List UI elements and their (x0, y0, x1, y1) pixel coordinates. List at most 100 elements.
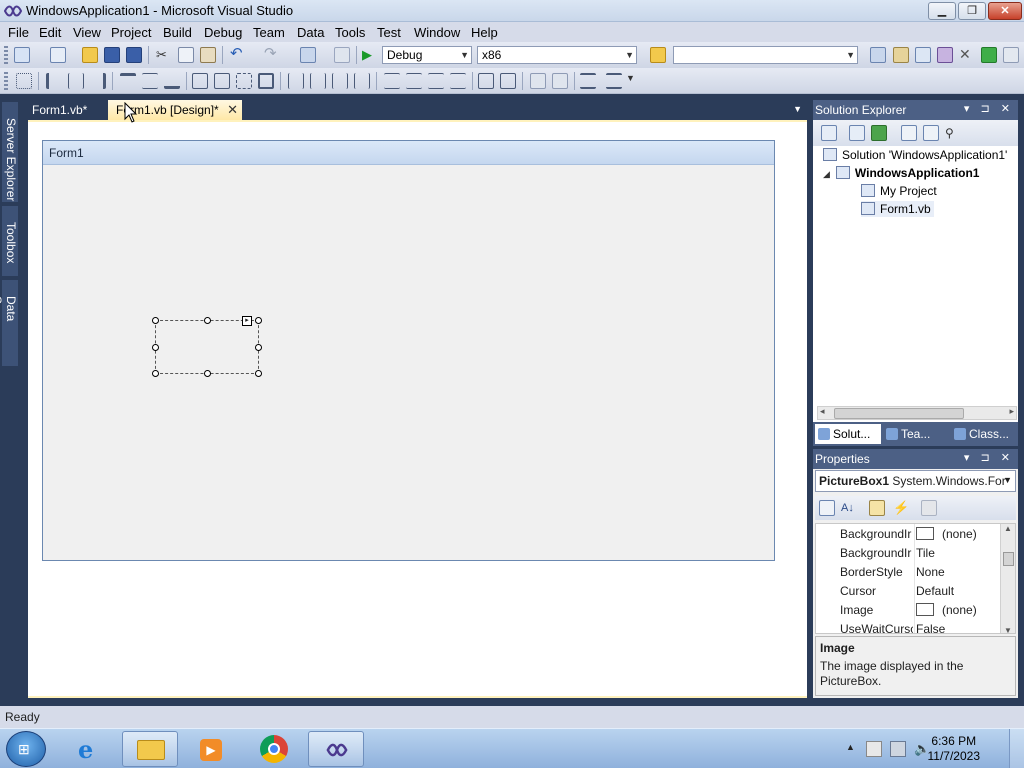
redo-icon[interactable]: ↷ (264, 46, 280, 62)
solution-configuration-select[interactable]: Debug ▼ (382, 46, 472, 64)
resize-handle[interactable] (255, 344, 262, 351)
vertical-scrollbar[interactable]: ▲ ▼ (1000, 524, 1015, 633)
toolbox-icon[interactable] (937, 47, 953, 63)
resize-handle[interactable] (152, 344, 159, 351)
resize-handle[interactable] (152, 370, 159, 377)
extension-manager-icon[interactable] (1003, 47, 1019, 63)
show-all-files-icon[interactable] (849, 125, 865, 141)
categorized-icon[interactable] (819, 500, 835, 516)
tab-order-icon[interactable] (580, 73, 596, 89)
resize-handle[interactable] (204, 317, 211, 324)
form-designer[interactable]: Form1 (42, 140, 775, 561)
menu-window[interactable]: Window (414, 25, 460, 40)
solution-explorer-icon[interactable] (870, 47, 886, 63)
smart-tag-icon[interactable]: ▸ (242, 316, 252, 326)
toolbar-grip[interactable] (4, 46, 8, 64)
view-code-icon[interactable] (901, 125, 917, 141)
open-file-icon[interactable] (82, 47, 98, 63)
tab-form1-code[interactable]: Form1.vb* (24, 100, 95, 120)
server-explorer-tab[interactable]: Server Explorer (2, 102, 18, 202)
chevron-right-icon[interactable]: ▸ (1009, 406, 1014, 417)
align-rights-icon[interactable] (90, 73, 106, 89)
maximize-button[interactable]: ❐ (958, 2, 986, 20)
toolbar-options-icon[interactable] (606, 73, 622, 89)
tab-class-view[interactable]: Class... (951, 424, 1017, 444)
chevron-down-icon[interactable]: ▼ (626, 73, 642, 89)
menu-debug[interactable]: Debug (204, 25, 242, 40)
chevron-down-icon[interactable]: ▼ (793, 104, 802, 114)
system-clock[interactable]: 6:36 PM 11/7/2023 (928, 734, 981, 764)
start-debugging-icon[interactable]: ▶ (362, 47, 378, 63)
vertical-spacing-increase-icon[interactable] (406, 73, 422, 89)
object-browser-icon[interactable] (915, 47, 931, 63)
navigate-backward-icon[interactable] (300, 47, 316, 63)
property-row[interactable]: BackgroundIr Tile (816, 543, 1002, 562)
tree-item-form1[interactable]: Form1.vb (861, 201, 934, 217)
tree-item-project[interactable]: ◢ WindowsApplication1 (823, 166, 979, 180)
taskbar-visual-studio[interactable] (308, 731, 364, 767)
picturebox-control[interactable]: ▸ (152, 316, 262, 377)
solution-platform-select[interactable]: x86 ▼ (477, 46, 637, 64)
align-centers-icon[interactable] (68, 73, 84, 89)
toolbox-tab[interactable]: Toolbox (2, 206, 18, 276)
start-button[interactable]: ⊞ (6, 731, 46, 767)
tree-item-my-project[interactable]: My Project (861, 184, 937, 198)
menu-tools[interactable]: Tools (335, 25, 365, 40)
navigate-forward-icon[interactable] (334, 47, 350, 63)
taskbar-chrome[interactable] (246, 731, 302, 767)
tab-team-explorer[interactable]: Tea... (883, 424, 949, 444)
action-center-icon[interactable] (866, 741, 882, 757)
align-lefts-icon[interactable] (46, 73, 62, 89)
alphabetical-icon[interactable]: A↓ (841, 500, 857, 516)
expander-icon[interactable]: ◢ (823, 169, 830, 179)
align-to-grid-icon[interactable] (16, 73, 32, 89)
vertical-spacing-decrease-icon[interactable] (428, 73, 444, 89)
chevron-down-icon[interactable]: ▼ (1004, 626, 1012, 633)
horizontal-spacing-remove-icon[interactable] (354, 73, 370, 89)
menu-edit[interactable]: Edit (39, 25, 61, 40)
save-icon[interactable] (104, 47, 120, 63)
property-row[interactable]: BackgroundIr (none) (816, 524, 1002, 543)
chevron-up-icon[interactable]: ▲ (1004, 524, 1012, 533)
horizontal-spacing-equal-icon[interactable] (288, 73, 304, 89)
menu-view[interactable]: View (73, 25, 101, 40)
copy-icon[interactable] (178, 47, 194, 63)
vertical-spacing-remove-icon[interactable] (450, 73, 466, 89)
tools-icon[interactable]: ✕ (959, 46, 975, 62)
object-selector[interactable]: PictureBox1 System.Windows.For ▼ (815, 470, 1016, 492)
refresh-icon[interactable] (871, 125, 887, 141)
resize-handle[interactable] (255, 370, 262, 377)
menu-build[interactable]: Build (163, 25, 192, 40)
properties-window-icon[interactable] (893, 47, 909, 63)
tab-solution-explorer[interactable]: Solut... (815, 424, 881, 444)
property-row[interactable]: BorderStyle None (816, 562, 1002, 581)
scrollbar-thumb[interactable] (834, 408, 964, 419)
menu-test[interactable]: Test (377, 25, 401, 40)
scrollbar-thumb[interactable] (1003, 552, 1014, 566)
taskbar-media-player[interactable]: ▶ (182, 731, 238, 767)
resize-handle[interactable] (152, 317, 159, 324)
property-pages-icon[interactable] (921, 500, 937, 516)
data-sources-tab[interactable]: Data Sources (0, 280, 18, 366)
menu-help[interactable]: Help (471, 25, 498, 40)
make-same-height-icon[interactable] (214, 73, 230, 89)
menu-data[interactable]: Data (297, 25, 324, 40)
close-icon[interactable]: ✕ (227, 102, 238, 118)
menu-team[interactable]: Team (253, 25, 285, 40)
paste-icon[interactable] (200, 47, 216, 63)
horizontal-spacing-increase-icon[interactable] (310, 73, 326, 89)
center-vertically-icon[interactable] (500, 73, 516, 89)
panel-window-controls[interactable]: ▾ ⊐ ✕ (964, 451, 1014, 464)
chevron-left-icon[interactable]: ◂ (820, 406, 825, 417)
resize-handle[interactable] (255, 317, 262, 324)
make-same-width-icon[interactable] (192, 73, 208, 89)
show-desktop-button[interactable] (1009, 729, 1024, 768)
find-combo[interactable]: ▼ (673, 46, 858, 64)
events-icon[interactable]: ⚡ (893, 500, 909, 516)
network-icon[interactable] (890, 741, 906, 757)
make-same-size-icon[interactable] (258, 73, 274, 89)
toolbar-grip[interactable] (4, 72, 8, 90)
menu-file[interactable]: File (8, 25, 29, 40)
tree-item-solution[interactable]: Solution 'WindowsApplication1' (823, 148, 1007, 162)
bring-to-front-icon[interactable] (530, 73, 546, 89)
